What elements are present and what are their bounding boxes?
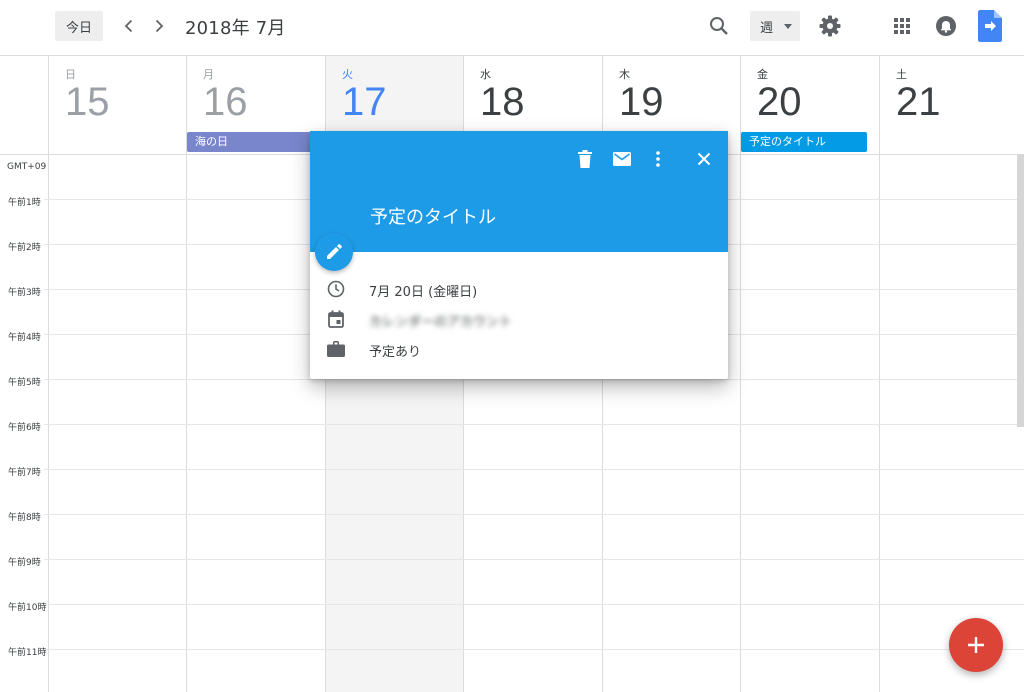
day-number[interactable]: 19 — [619, 78, 664, 126]
time-label: 午前7時 — [8, 468, 41, 478]
clock-icon — [324, 277, 348, 301]
time-label: 午前6時 — [8, 423, 41, 433]
more-vert-icon — [656, 151, 660, 167]
dropdown-caret-icon — [784, 24, 792, 29]
day-header-sun[interactable]: 日 15 — [48, 56, 186, 154]
close-icon — [697, 152, 711, 166]
top-app-bar: 今日 2018年 7月 週 — [0, 0, 1024, 56]
column-divider — [740, 154, 741, 692]
view-selector[interactable]: 週 — [750, 11, 800, 41]
day-number[interactable]: 20 — [757, 78, 802, 126]
day-number[interactable]: 15 — [65, 78, 110, 126]
event-status-row: 予定あり — [324, 337, 714, 361]
calendar-icon — [324, 307, 348, 331]
vertical-scrollbar[interactable] — [1017, 154, 1024, 427]
account-document-button[interactable] — [978, 10, 1002, 42]
day-number[interactable]: 17 — [342, 78, 387, 126]
search-icon — [710, 17, 728, 35]
apps-button[interactable] — [890, 14, 914, 38]
day-header-sat[interactable]: 土 21 — [879, 56, 1024, 154]
event-date-text: 7月 20日 (金曜日) — [369, 285, 478, 300]
pencil-icon — [327, 244, 342, 259]
month-title: 2018年 7月 — [185, 18, 286, 39]
chevron-left-icon — [124, 19, 133, 33]
event-calendar-row: カレンダーのアカウント — [324, 307, 714, 331]
trash-icon — [578, 150, 592, 168]
column-divider — [879, 154, 880, 692]
time-label: 午前10時 — [8, 603, 47, 613]
time-label: 午前4時 — [8, 333, 41, 343]
time-label: 午前9時 — [8, 558, 41, 568]
time-label: 午前5時 — [8, 378, 41, 388]
chevron-right-icon — [155, 19, 164, 33]
delete-button[interactable] — [573, 147, 597, 171]
close-button[interactable] — [692, 147, 716, 171]
create-event-button[interactable] — [949, 618, 1003, 672]
search-button[interactable] — [707, 14, 731, 38]
time-label: 午前3時 — [8, 288, 41, 298]
hour-line — [44, 424, 1024, 425]
hour-line — [44, 649, 1024, 650]
mail-icon — [613, 152, 631, 166]
hour-line — [44, 559, 1024, 560]
allday-event-selected[interactable]: 予定のタイトル — [741, 132, 867, 152]
gear-icon — [819, 15, 841, 37]
time-label: 午前2時 — [8, 243, 41, 253]
hour-line — [44, 604, 1024, 605]
settings-button[interactable] — [818, 14, 842, 38]
allday-event-holiday[interactable]: 海の日 — [187, 132, 315, 152]
more-options-button[interactable] — [646, 147, 670, 171]
previous-week-button[interactable] — [117, 14, 141, 38]
day-number[interactable]: 16 — [203, 78, 248, 126]
hour-line — [44, 379, 1024, 380]
apps-grid-icon — [894, 18, 910, 34]
event-title: 予定のタイトル — [370, 207, 496, 228]
edit-event-button[interactable] — [315, 233, 353, 271]
document-arrow-icon — [978, 10, 1002, 42]
event-date-row: 7月 20日 (金曜日) — [324, 277, 714, 301]
briefcase-icon — [324, 337, 348, 361]
event-calendar-text: カレンダーのアカウント — [369, 315, 513, 330]
today-button[interactable]: 今日 — [55, 11, 103, 41]
timezone-label: GMT+09 — [7, 162, 47, 172]
hour-line — [44, 514, 1024, 515]
next-week-button[interactable] — [147, 14, 171, 38]
column-divider — [186, 154, 187, 692]
time-label: 午前8時 — [8, 513, 41, 523]
hour-line — [44, 469, 1024, 470]
popup-header: 予定のタイトル — [310, 131, 728, 252]
plus-icon — [968, 637, 984, 653]
notifications-button[interactable] — [934, 14, 958, 38]
day-number[interactable]: 18 — [480, 78, 525, 126]
time-label: 午前1時 — [8, 198, 41, 208]
email-guests-button[interactable] — [610, 147, 634, 171]
day-number[interactable]: 21 — [896, 78, 941, 126]
event-detail-popup: 予定のタイトル 7月 20日 (金曜日) カレンダーのアカウント 予定あり — [310, 131, 728, 379]
event-status-text: 予定あり — [369, 345, 422, 360]
view-selector-label: 週 — [760, 20, 774, 36]
bell-icon — [936, 16, 956, 36]
column-divider — [48, 154, 49, 692]
time-label: 午前11時 — [8, 648, 47, 658]
